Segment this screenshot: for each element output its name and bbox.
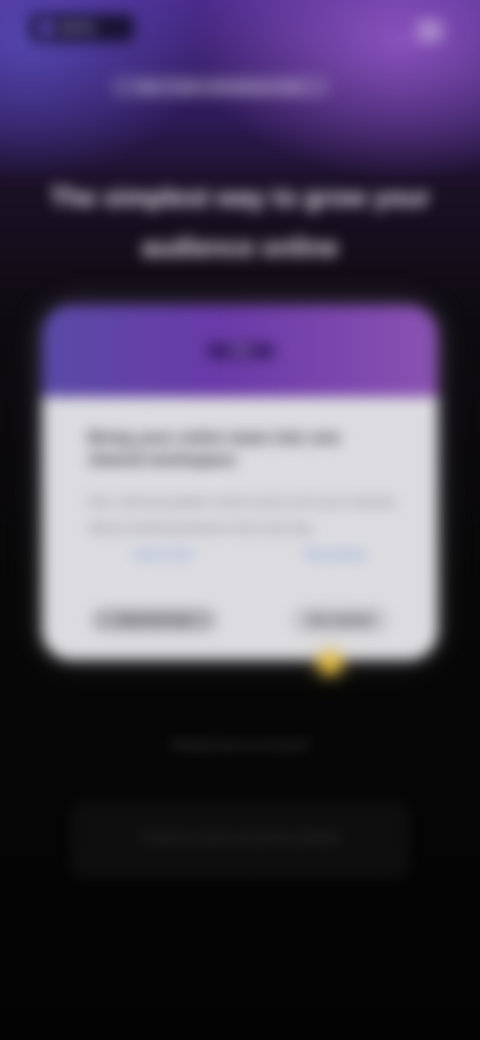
learn-more-link[interactable]: Learn more <box>132 547 193 561</box>
blurred-content-layer: NOVA New: Faster scheduling is here The … <box>0 0 480 1040</box>
card-title: Bring your entire team into one shared w… <box>88 428 341 469</box>
card-description: Plan, draft and publish content across a… <box>88 495 396 535</box>
see-pricing-link[interactable]: See pricing <box>304 547 364 561</box>
card-header: Beta <box>42 305 438 397</box>
footer-note: Trusted by creators and teams worldwide <box>139 832 341 844</box>
feature-card: Beta Bring your entire team into one sha… <box>42 305 438 660</box>
top-bar: NOVA <box>0 0 480 60</box>
sign-in-link[interactable]: Already have an account? <box>160 738 320 752</box>
start-trial-button[interactable]: Start free trial <box>92 609 216 631</box>
highlight-dot-icon <box>318 652 342 674</box>
brand-name: NOVA <box>60 21 96 35</box>
hamburger-menu-icon[interactable] <box>414 18 446 44</box>
logo-mark-icon <box>38 20 54 36</box>
brand-logo[interactable]: NOVA <box>30 14 134 42</box>
hero-headline: The simplest way to grow your audience o… <box>50 182 430 262</box>
app-screen: NOVA New: Faster scheduling is here The … <box>0 0 480 1040</box>
announcement-pill[interactable]: New: Faster scheduling is here <box>110 76 330 98</box>
card-header-badge: Beta <box>206 343 276 359</box>
get-started-button[interactable]: Get started <box>292 607 388 633</box>
card-body: Bring your entire team into one shared w… <box>42 397 438 660</box>
